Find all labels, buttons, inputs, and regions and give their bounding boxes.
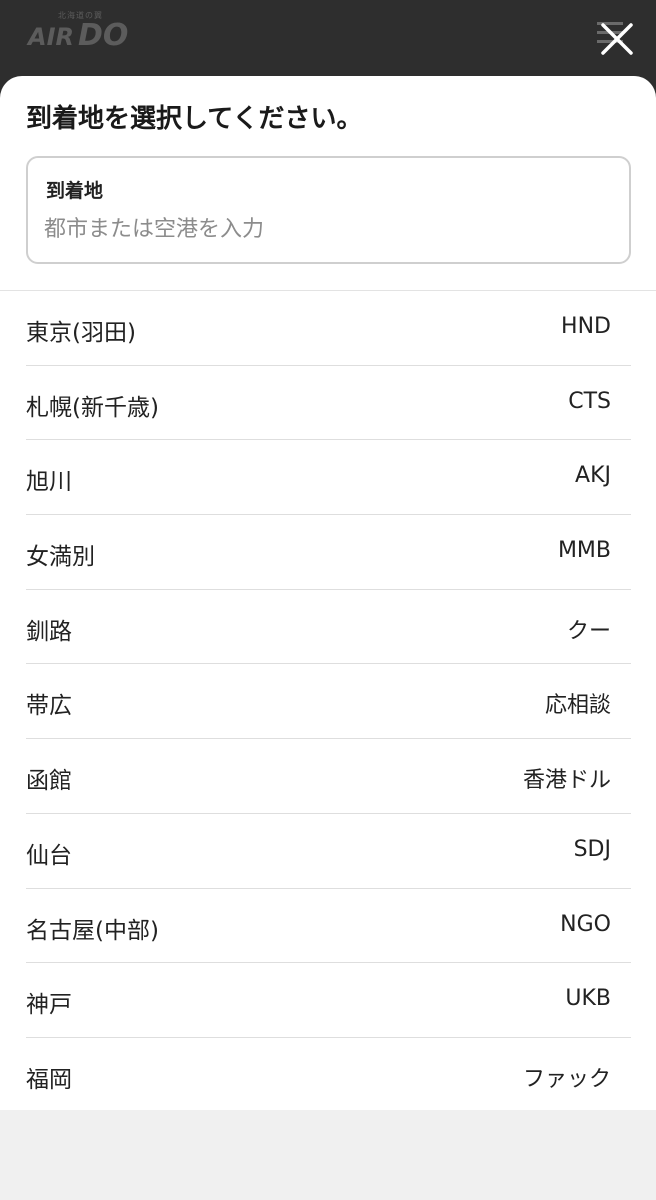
airport-city: 東京(羽田) bbox=[26, 320, 136, 346]
airport-list-item[interactable]: 女満別 MMB bbox=[26, 515, 631, 590]
airport-city: 女満別 bbox=[26, 544, 95, 571]
airport-list-item[interactable]: 神戸 UKB bbox=[26, 963, 631, 1038]
destination-search-box[interactable]: 到着地 bbox=[26, 156, 631, 264]
airport-city: 釧路 bbox=[26, 618, 72, 645]
airport-code: NGO bbox=[560, 911, 611, 937]
destination-sheet: 到着地を選択してください。 到着地 東京(羽田) HND 札幌(新千歳) CTS 旭川 A… bbox=[0, 76, 656, 1110]
airport-list-item[interactable]: 東京(羽田) HND bbox=[26, 291, 631, 366]
airport-city: 神戸 bbox=[26, 992, 72, 1019]
airport-list-item[interactable]: 札幌(新千歳) CTS bbox=[26, 366, 631, 441]
airport-code: AKJ bbox=[575, 463, 611, 489]
airport-city: 札幌(新千歳) bbox=[26, 394, 159, 421]
airport-code: ファック bbox=[522, 1066, 611, 1092]
search-label: 到着地 bbox=[46, 180, 104, 202]
airdo-logo[interactable]: 北海道の翼 AIR DO bbox=[28, 8, 158, 54]
logo-do: DO bbox=[77, 18, 129, 53]
airport-code: CTS bbox=[568, 388, 611, 414]
airport-city: 旭川 bbox=[26, 469, 72, 496]
airport-list: 東京(羽田) HND 札幌(新千歳) CTS 旭川 AKJ 女満別 MMB 釧路 クー帯広 応相談函… bbox=[26, 291, 631, 1113]
destination-search-input[interactable] bbox=[44, 210, 604, 248]
airport-city: 仙台 bbox=[26, 842, 72, 869]
airport-code: 応相談 bbox=[544, 693, 611, 719]
airport-list-item[interactable]: 福岡 ファック bbox=[26, 1038, 631, 1113]
airport-list-item[interactable]: 旭川 AKJ bbox=[26, 440, 631, 516]
airport-code: 香港ドル bbox=[522, 768, 611, 794]
airport-list-item[interactable]: 釧路 クー bbox=[26, 590, 631, 665]
airport-list-item[interactable]: 函館 香港ドル bbox=[26, 739, 631, 814]
close-icon bbox=[601, 23, 633, 55]
airport-code: UKB bbox=[565, 986, 611, 1012]
airport-code: SDJ bbox=[573, 836, 611, 862]
close-button[interactable] bbox=[596, 18, 638, 60]
sheet-title: 到着地を選択してください。 bbox=[26, 104, 363, 134]
airport-city: 函館 bbox=[26, 768, 72, 795]
airport-code: HND bbox=[561, 314, 611, 339]
airport-city: 福岡 bbox=[26, 1066, 72, 1093]
airport-city: 帯広 bbox=[26, 693, 72, 720]
airport-code: クー bbox=[566, 618, 611, 644]
airport-code: MMB bbox=[557, 538, 611, 564]
airport-list-item[interactable]: 帯広 応相談 bbox=[26, 664, 631, 740]
logo-air: AIR bbox=[28, 23, 74, 51]
airport-city: 名古屋(中部) bbox=[26, 917, 159, 944]
airport-list-item[interactable]: 名古屋(中部) NGO bbox=[26, 889, 631, 964]
logo-wordmark: AIR DO bbox=[28, 18, 128, 53]
airport-list-item[interactable]: 仙台 SDJ bbox=[26, 814, 631, 889]
